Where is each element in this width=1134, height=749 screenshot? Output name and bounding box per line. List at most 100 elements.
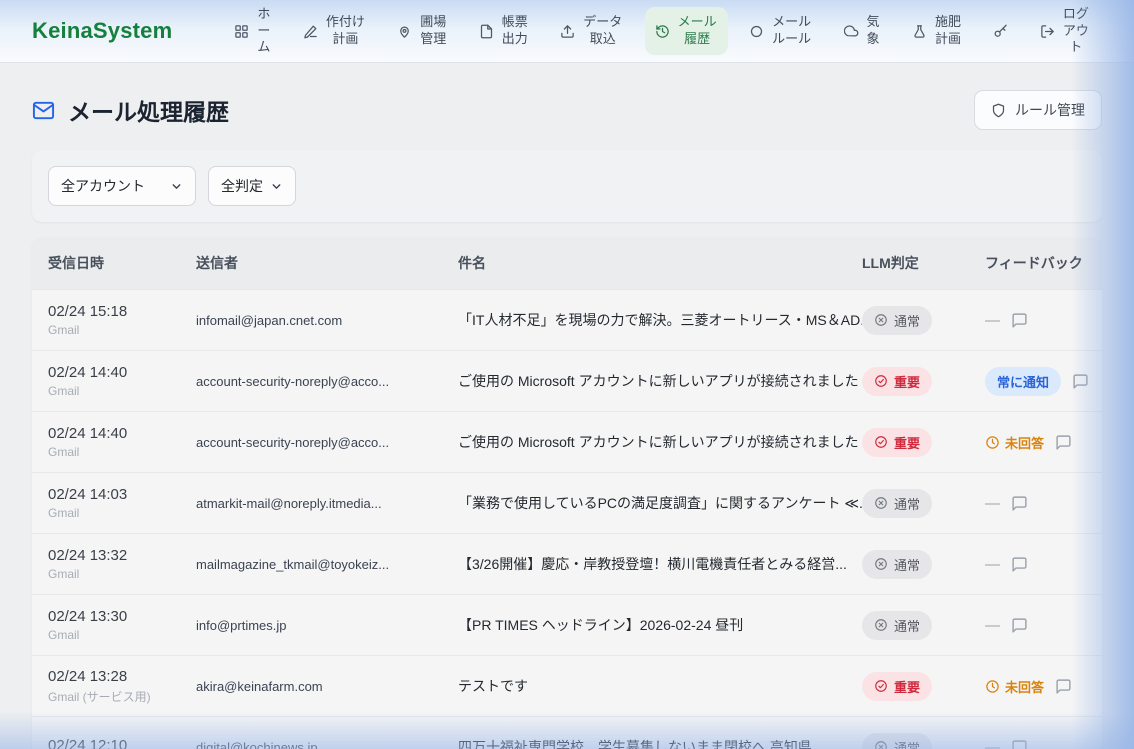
account-label: Gmail [48, 445, 196, 459]
llm-judgement-badge: 通常 [862, 489, 932, 518]
sender: atmarkit-mail@noreply.itmedia... [196, 496, 458, 511]
llm-judgement-badge: 通常 [862, 611, 932, 640]
circle-x-icon [874, 618, 888, 632]
llm-judgement-badge: 通常 [862, 306, 932, 335]
table-row[interactable]: 02/24 14:40Gmail account-security-norepl… [32, 411, 1102, 472]
account-label: Gmail (サービス用) [48, 688, 196, 705]
feedback-always-notify: 常に通知 [985, 367, 1061, 396]
table-row[interactable]: 02/24 12:10 digital@kochinews.jp 四万十福祉専門… [32, 716, 1102, 749]
rule-manage-button[interactable]: ルール管理 [974, 90, 1102, 130]
shield-icon [991, 103, 1006, 118]
account-label: Gmail [48, 628, 196, 642]
table-row[interactable]: 02/24 15:18Gmail infomail@japan.cnet.com… [32, 289, 1102, 350]
sender: akira@keinafarm.com [196, 679, 458, 694]
llm-judgement-badge: 重要 [862, 672, 932, 701]
circle-check-icon [874, 374, 888, 388]
page-title: メール処理履歴 [68, 93, 229, 127]
grid-icon [234, 24, 249, 39]
table-row[interactable]: 02/24 13:28Gmail (サービス用) akira@keinafarm… [32, 655, 1102, 716]
mail-icon [32, 99, 55, 122]
nav-label: メール履歴 [677, 14, 718, 48]
llm-judgement-badge: 通常 [862, 733, 932, 749]
circle-check-icon [874, 435, 888, 449]
sender: mailmagazine_tkmail@toyokeiz... [196, 557, 458, 572]
table-row[interactable]: 02/24 14:03Gmail atmarkit-mail@noreply.i… [32, 472, 1102, 533]
nav-item-logout[interactable]: ログアウト [1030, 0, 1100, 63]
comment-icon[interactable] [1011, 556, 1028, 573]
circle-icon [749, 24, 764, 39]
received-datetime: 02/24 13:30 [48, 608, 196, 625]
col-header-subject: 件名 [458, 253, 862, 273]
nav-item-mail-history[interactable]: メール履歴 [645, 7, 728, 55]
nav-item-report-output[interactable]: 帳票出力 [469, 7, 539, 55]
nav-label: メールルール [771, 14, 812, 48]
nav-item-home[interactable]: ホーム [224, 0, 281, 63]
nav-item-fertilizer-plan[interactable]: 施肥計画 [902, 7, 972, 55]
filter-bar: 全アカウント 全判定 [32, 150, 1102, 222]
subject: 「IT人材不足」を現場の力で解決。三菱オートリース・MS＆AD... [458, 310, 862, 330]
sender: account-security-noreply@acco... [196, 374, 458, 389]
account-label: Gmail [48, 567, 196, 581]
cloud-icon [844, 24, 859, 39]
nav-item-field-management[interactable]: 圃場管理 [387, 7, 457, 55]
upload-icon [560, 24, 575, 39]
key-icon [993, 24, 1008, 39]
comment-icon[interactable] [1011, 312, 1028, 329]
nav-label: ホーム [256, 6, 271, 57]
col-header-feedback: フィードバック [985, 253, 1086, 273]
nav-item-keys[interactable] [983, 17, 1018, 46]
app-header: KeinaSystem ホーム 作付け計画 圃場管理 帳票出力 データ取込 メー… [0, 0, 1134, 63]
comment-icon[interactable] [1011, 739, 1028, 749]
nav-label: ログアウト [1062, 6, 1090, 57]
received-datetime: 02/24 15:18 [48, 303, 196, 320]
subject: 【3/26開催】慶応・岸教授登壇！横川電機責任者とみる経営... [458, 554, 862, 574]
nav-item-mail-rules[interactable]: メールルール [739, 7, 822, 55]
history-icon [655, 24, 670, 39]
feedback-unanswered: 未回答 [985, 433, 1044, 452]
nav-item-planting-plan[interactable]: 作付け計画 [293, 7, 376, 55]
comment-icon[interactable] [1011, 617, 1028, 634]
circle-x-icon [874, 557, 888, 571]
nav-label: 圃場管理 [419, 14, 447, 48]
table-row[interactable]: 02/24 13:32 Gmail mailmagazine_tkmail@toy… [32, 533, 1102, 594]
table-row[interactable]: 02/24 14:40Gmail account-security-norepl… [32, 350, 1102, 411]
comment-icon[interactable] [1072, 373, 1089, 390]
clock-icon [985, 435, 1000, 450]
subject: 四万十福祉専門学校、学生募集しないまま閉校へ 高知県... [458, 737, 862, 749]
received-datetime: 02/24 13:32 [48, 547, 196, 564]
comment-icon[interactable] [1055, 434, 1072, 451]
sender: account-security-noreply@acco... [196, 435, 458, 450]
subject: 「業務で使用しているPCの満足度調査」に関するアンケート ≪... [458, 493, 862, 513]
document-icon [479, 24, 494, 39]
judgement-filter-select[interactable]: 全判定 [208, 166, 296, 206]
nav-label: 作付け計画 [325, 14, 366, 48]
account-label: Gmail [48, 384, 196, 398]
brand-logo[interactable]: KeinaSystem [32, 18, 172, 44]
sender: info@prtimes.jp [196, 618, 458, 633]
chevron-down-icon [170, 180, 183, 193]
feedback-none: — [985, 556, 1000, 573]
circle-check-icon [874, 679, 888, 693]
comment-icon[interactable] [1011, 495, 1028, 512]
comment-icon[interactable] [1055, 678, 1072, 695]
sender: infomail@japan.cnet.com [196, 313, 458, 328]
llm-judgement-badge: 重要 [862, 367, 932, 396]
chevron-down-icon [270, 180, 283, 193]
subject: 【PR TIMES ヘッドライン】2026-02-24 昼刊 [458, 615, 862, 635]
col-header-judgement: LLM判定 [862, 253, 985, 273]
account-filter-select[interactable]: 全アカウント [48, 166, 196, 206]
nav-label: データ取込 [582, 14, 623, 48]
feedback-unanswered: 未回答 [985, 677, 1044, 696]
flask-icon [912, 24, 927, 39]
subject: ご使用の Microsoft アカウントに新しいアプリが接続されました [458, 432, 862, 452]
mail-history-table: 受信日時 送信者 件名 LLM判定 フィードバック 02/24 15:18Gma… [32, 237, 1102, 749]
map-pin-icon [397, 24, 412, 39]
feedback-none: — [985, 617, 1000, 634]
circle-x-icon [874, 313, 888, 327]
account-label: Gmail [48, 506, 196, 520]
table-row[interactable]: 02/24 13:30 Gmail info@prtimes.jp 【PR TIM… [32, 594, 1102, 655]
nav-item-data-import[interactable]: データ取込 [550, 7, 633, 55]
feedback-none: — [985, 312, 1000, 329]
nav-item-weather[interactable]: 気象 [834, 7, 891, 55]
nav-label: 帳票出力 [501, 14, 529, 48]
